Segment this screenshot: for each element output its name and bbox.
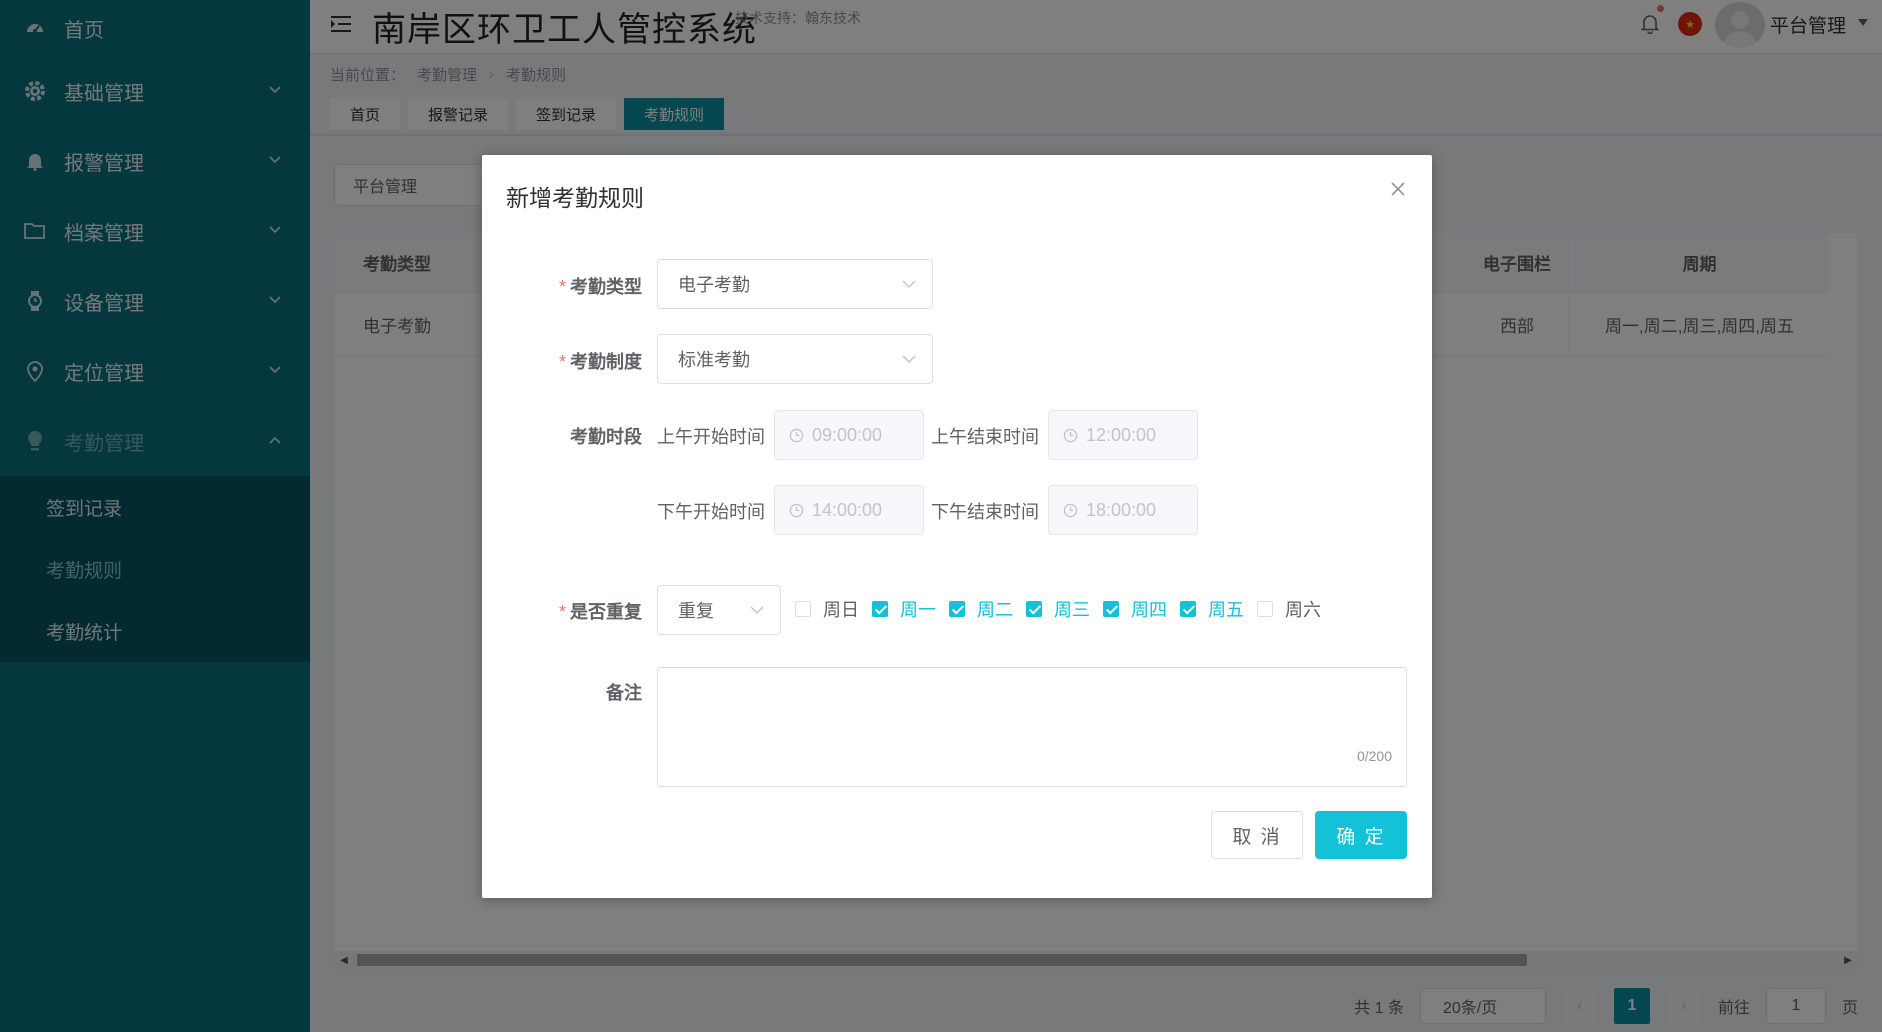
am-end-time-input[interactable]: 12:00:00 (1048, 410, 1198, 460)
repeat-value: 重复 (678, 601, 714, 621)
pm-end-time-input[interactable]: 18:00:00 (1048, 485, 1198, 535)
attendance-system-value: 标准考勤 (678, 350, 750, 370)
day-label: 周四 (1131, 600, 1167, 620)
clock-icon (1063, 428, 1078, 442)
attendance-type-select[interactable]: 电子考勤 (657, 259, 933, 309)
pm-end-value: 18:00:00 (1086, 499, 1157, 520)
am-start-time-input[interactable]: 09:00:00 (774, 410, 924, 460)
am-end-value: 12:00:00 (1086, 424, 1157, 445)
day-label: 周一 (900, 600, 936, 620)
chevron-down-icon (902, 280, 916, 289)
checkbox-checked-icon (1180, 601, 1196, 617)
day-label: 周三 (1054, 600, 1090, 620)
pm-start-time-input[interactable]: 14:00:00 (774, 485, 924, 535)
confirm-button[interactable]: 确 定 (1315, 811, 1407, 859)
day-label: 周六 (1285, 600, 1321, 620)
day-checkbox-tue[interactable]: 周二 (949, 598, 1013, 620)
pm-start-value: 14:00:00 (812, 499, 883, 520)
dialog-title: 新增考勤规则 (506, 185, 644, 211)
am-end-label: 上午结束时间 (931, 427, 1039, 447)
day-label: 周五 (1208, 600, 1244, 620)
checkbox-checked-icon (872, 601, 888, 617)
checkbox-box (1257, 601, 1273, 617)
system-label: * 考勤制度 (558, 352, 642, 372)
add-rule-dialog: 新增考勤规则 * 考勤类型 电子考勤 * 考勤制度 标准考勤 考勤时段 上午开始时间… (482, 155, 1432, 898)
chevron-down-icon (902, 355, 916, 364)
checkbox-checked-icon (1026, 601, 1042, 617)
close-icon[interactable] (1390, 181, 1406, 197)
pm-end-label: 下午结束时间 (931, 502, 1039, 522)
day-checkbox-sun[interactable]: 周日 (795, 598, 859, 620)
remark-textarea[interactable]: 0/200 (657, 667, 1407, 787)
type-label: * 考勤类型 (558, 277, 642, 297)
checkbox-box (795, 601, 811, 617)
day-label: 周日 (823, 600, 859, 620)
clock-icon (789, 503, 804, 517)
pm-start-label: 下午开始时间 (657, 502, 765, 522)
day-label: 周二 (977, 600, 1013, 620)
repeat-label: * 是否重复 (558, 602, 642, 622)
clock-icon (1063, 503, 1078, 517)
day-checkbox-thu[interactable]: 周四 (1103, 598, 1167, 620)
checkbox-checked-icon (1103, 601, 1119, 617)
am-start-value: 09:00:00 (812, 424, 883, 445)
day-checkbox-fri[interactable]: 周五 (1180, 598, 1244, 620)
day-checkbox-wed[interactable]: 周三 (1026, 598, 1090, 620)
checkbox-checked-icon (949, 601, 965, 617)
period-label: 考勤时段 (570, 427, 642, 447)
remark-label: 备注 (606, 683, 642, 703)
chevron-down-icon (750, 606, 764, 615)
remark-char-count: 0/200 (1356, 748, 1392, 764)
am-start-label: 上午开始时间 (657, 427, 765, 447)
day-checkbox-sat[interactable]: 周六 (1257, 598, 1321, 620)
cancel-button[interactable]: 取 消 (1211, 811, 1303, 859)
repeat-select[interactable]: 重复 (657, 585, 781, 635)
day-checkbox-mon[interactable]: 周一 (872, 598, 936, 620)
attendance-system-select[interactable]: 标准考勤 (657, 334, 933, 384)
clock-icon (789, 428, 804, 442)
attendance-type-value: 电子考勤 (678, 275, 750, 295)
